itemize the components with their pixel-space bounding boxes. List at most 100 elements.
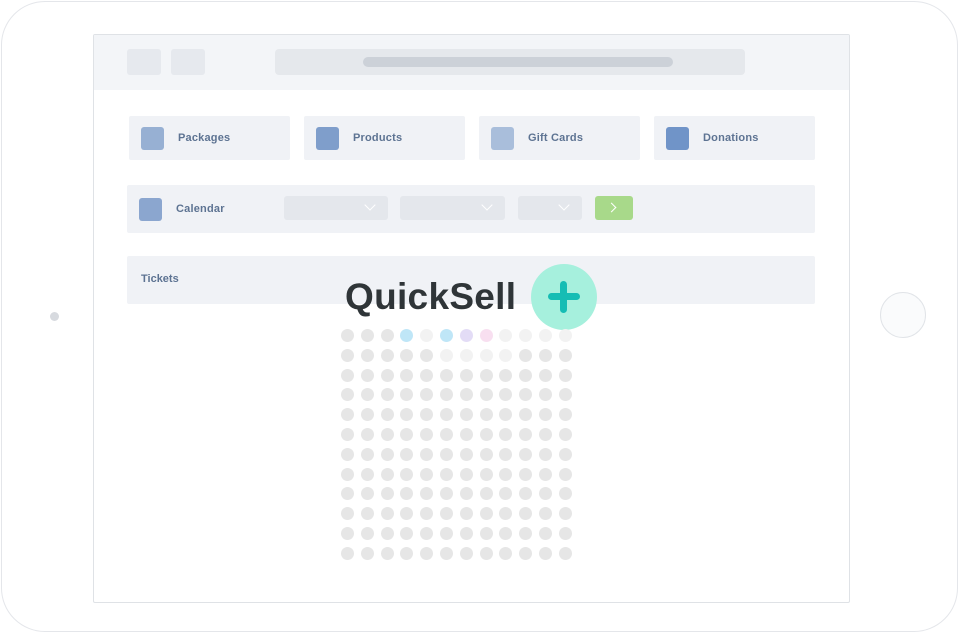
address-bar[interactable] [275,49,745,75]
seat[interactable] [539,428,552,441]
home-button[interactable] [880,292,926,338]
seat[interactable] [360,527,374,540]
seat[interactable] [519,527,533,540]
seat[interactable] [558,368,572,382]
seat[interactable] [499,428,513,441]
seat[interactable] [360,329,374,342]
seat[interactable] [341,388,354,402]
seat[interactable] [459,546,473,560]
seat[interactable] [440,428,453,441]
seat[interactable] [558,408,572,422]
seat[interactable] [420,368,434,382]
seat[interactable] [380,428,394,441]
seat[interactable] [479,408,493,422]
seat[interactable] [380,546,394,560]
seat[interactable] [440,546,453,560]
seat[interactable] [400,507,414,521]
seat[interactable] [380,408,394,422]
seat[interactable] [519,507,533,521]
seat[interactable] [341,467,354,481]
seat[interactable] [341,428,354,441]
seat[interactable] [499,487,513,501]
seat[interactable] [420,408,434,422]
seat[interactable] [360,467,374,481]
seat[interactable] [380,388,394,402]
seat[interactable] [539,329,552,342]
seat[interactable] [440,487,453,501]
seat[interactable] [360,348,374,362]
seat[interactable] [459,408,473,422]
seat[interactable] [341,447,354,461]
seat[interactable] [440,408,453,422]
seat[interactable] [519,546,533,560]
seat[interactable] [380,527,394,540]
seat[interactable] [499,329,513,342]
seat[interactable] [558,329,572,342]
seat[interactable] [519,368,533,382]
seat[interactable] [360,368,374,382]
seat[interactable] [420,348,434,362]
seat[interactable] [459,368,473,382]
seat[interactable] [400,408,414,422]
seat[interactable] [341,368,354,382]
seat[interactable] [360,447,374,461]
seat[interactable] [420,447,434,461]
seat[interactable] [400,467,414,481]
seat[interactable] [440,348,453,362]
seat[interactable] [420,467,434,481]
seat[interactable] [519,348,533,362]
seat[interactable] [360,428,374,441]
seat[interactable] [360,546,374,560]
seat[interactable] [420,546,434,560]
go-button[interactable] [595,196,633,220]
seat[interactable] [400,546,414,560]
seat[interactable] [459,487,473,501]
seat[interactable] [420,507,434,521]
seat[interactable] [499,447,513,461]
tile-donations[interactable]: Donations [654,116,815,160]
seat[interactable] [380,487,394,501]
seat[interactable] [459,329,473,342]
seat[interactable] [440,507,453,521]
seat[interactable] [440,447,453,461]
seat[interactable] [558,348,572,362]
seat[interactable] [519,428,533,441]
seat[interactable] [420,527,434,540]
seat[interactable] [440,368,453,382]
back-button[interactable] [127,49,161,75]
seat[interactable] [400,368,414,382]
seat[interactable] [499,368,513,382]
seat[interactable] [360,388,374,402]
seat[interactable] [420,388,434,402]
seat[interactable] [380,467,394,481]
seat[interactable] [539,546,552,560]
seat[interactable] [380,348,394,362]
seat[interactable] [341,487,354,501]
seat[interactable] [499,546,513,560]
seat[interactable] [459,507,473,521]
seat[interactable] [400,527,414,540]
seat[interactable] [459,428,473,441]
seat[interactable] [360,408,374,422]
seat[interactable] [380,329,394,342]
seat[interactable] [341,507,354,521]
seat[interactable] [341,348,354,362]
seat[interactable] [479,447,493,461]
seat[interactable] [380,507,394,521]
seat[interactable] [341,408,354,422]
seat[interactable] [341,329,354,342]
tile-gift-cards[interactable]: Gift Cards [479,116,640,160]
seat[interactable] [539,487,552,501]
seat[interactable] [519,467,533,481]
seat[interactable] [420,329,434,342]
seat[interactable] [360,487,374,501]
seat[interactable] [558,467,572,481]
seat[interactable] [400,487,414,501]
seat[interactable] [400,329,414,342]
seat[interactable] [539,368,552,382]
seat[interactable] [499,348,513,362]
seat[interactable] [479,487,493,501]
seat[interactable] [539,447,552,461]
seat[interactable] [380,368,394,382]
seat[interactable] [380,447,394,461]
